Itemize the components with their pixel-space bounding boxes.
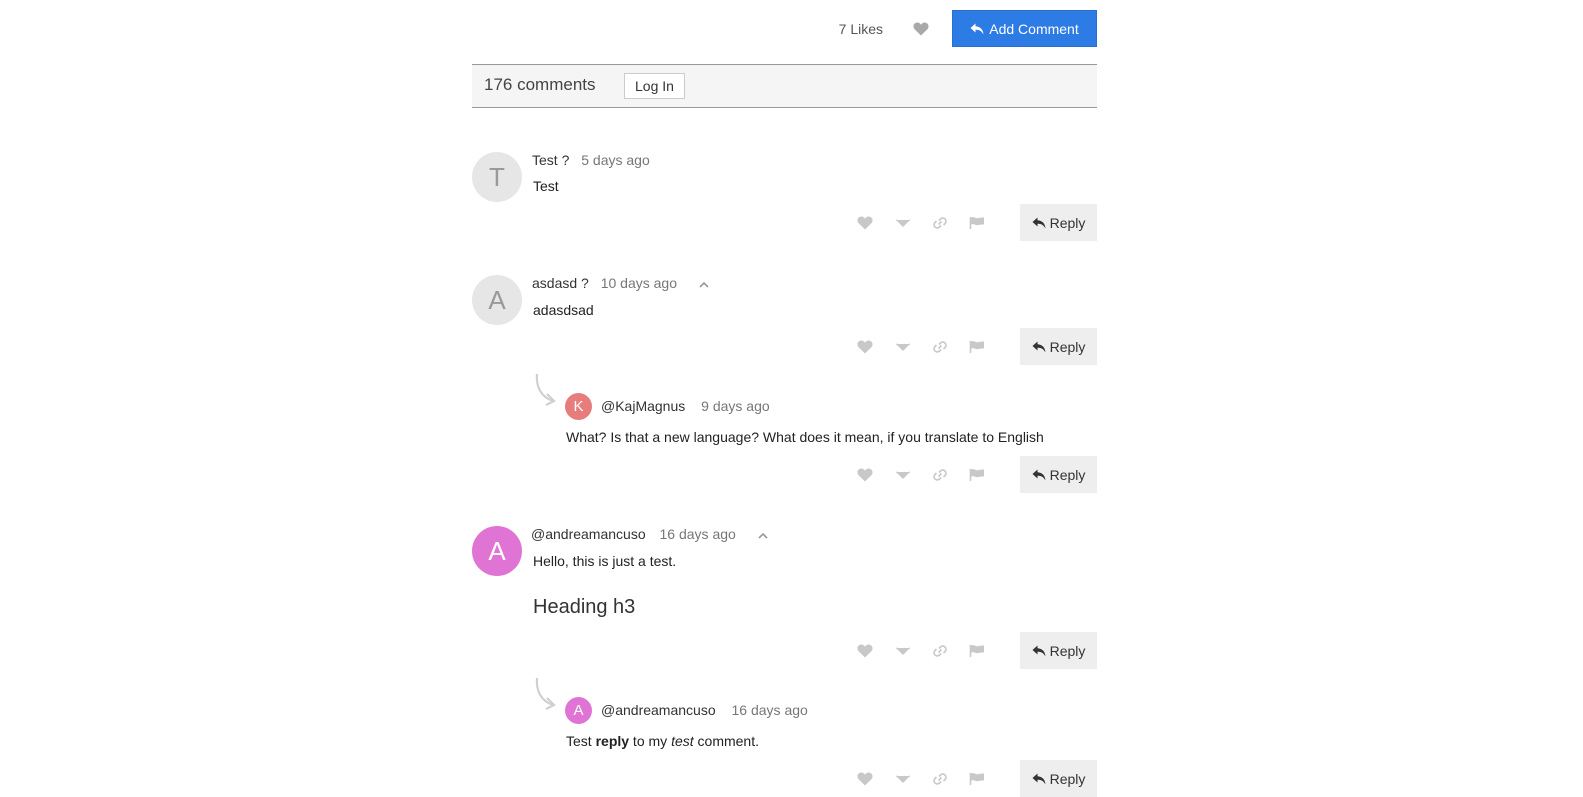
timestamp[interactable]: 16 days ago xyxy=(732,702,808,718)
avatar[interactable]: A xyxy=(472,275,522,325)
author-name[interactable]: @andreamancuso xyxy=(531,526,646,542)
avatar[interactable]: A xyxy=(472,526,522,576)
vote-down-icon[interactable] xyxy=(895,340,911,354)
reply-button[interactable]: Reply xyxy=(1020,328,1097,365)
link-icon[interactable] xyxy=(932,216,948,230)
reply-button[interactable]: Reply xyxy=(1020,632,1097,669)
reply-icon xyxy=(970,23,984,35)
reply-arrow-icon xyxy=(533,677,559,711)
comment-heading: Heading h3 xyxy=(533,596,636,618)
nested-reply: A @andreamancuso 16 days ago Test reply … xyxy=(472,677,1097,797)
flag-icon[interactable] xyxy=(969,340,985,354)
reply-label: Reply xyxy=(1049,770,1086,787)
flag-icon[interactable] xyxy=(969,216,985,230)
reply-icon xyxy=(1032,773,1046,785)
text-segment: Test xyxy=(566,733,596,749)
collapse-chevron-up-icon[interactable] xyxy=(758,532,768,539)
flag-icon[interactable] xyxy=(969,644,985,658)
reply-label: Reply xyxy=(1049,338,1086,355)
comments-section: 7 Likes Add Comment 176 comments Log In … xyxy=(472,0,1097,797)
comment-actions: Reply xyxy=(857,328,1097,365)
author-name[interactable]: @KajMagnus xyxy=(601,398,685,414)
timestamp[interactable]: 9 days ago xyxy=(701,398,770,414)
vote-down-icon[interactable] xyxy=(895,468,911,482)
comments-header: 176 comments Log In xyxy=(472,64,1097,108)
comment-meta: @andreamancuso 16 days ago xyxy=(531,526,768,542)
comment-meta: Test ? 5 days ago xyxy=(532,152,650,168)
timestamp[interactable]: 10 days ago xyxy=(601,275,677,291)
like-heart-icon[interactable] xyxy=(857,468,873,482)
reply-button[interactable]: Reply xyxy=(1020,760,1097,797)
bold-text: reply xyxy=(595,733,630,749)
link-icon[interactable] xyxy=(932,340,948,354)
reply-icon xyxy=(1032,217,1046,229)
comment-body: adasdsad xyxy=(533,302,594,318)
reply-arrow-icon xyxy=(533,373,559,407)
reply-icon xyxy=(1032,341,1046,353)
add-comment-button[interactable]: Add Comment xyxy=(952,10,1097,47)
comment-actions: Reply xyxy=(857,456,1097,493)
comment-actions: Reply xyxy=(857,632,1097,669)
reply-label: Reply xyxy=(1049,642,1086,659)
reply-button[interactable]: Reply xyxy=(1020,204,1097,241)
likes-count[interactable]: 7 Likes xyxy=(839,21,883,37)
like-page-heart-icon[interactable] xyxy=(913,22,929,36)
author-name[interactable]: @andreamancuso xyxy=(601,702,716,718)
comment-body: Test reply to my test comment. xyxy=(566,733,759,749)
timestamp[interactable]: 5 days ago xyxy=(581,152,650,168)
author-name[interactable]: Test ? xyxy=(532,152,569,168)
reply-label: Reply xyxy=(1049,466,1086,483)
avatar[interactable]: T xyxy=(472,152,522,202)
comment: T Test ? 5 days ago Test Reply xyxy=(472,152,1097,242)
reply-icon xyxy=(1032,645,1046,657)
like-heart-icon[interactable] xyxy=(857,644,873,658)
like-heart-icon[interactable] xyxy=(857,772,873,786)
vote-down-icon[interactable] xyxy=(895,216,911,230)
comment-meta: @KajMagnus 9 days ago xyxy=(601,398,770,414)
collapse-chevron-up-icon[interactable] xyxy=(699,281,709,288)
timestamp[interactable]: 16 days ago xyxy=(660,526,736,542)
comment-body: Hello, this is just a test. xyxy=(533,553,677,569)
comment-actions: Reply xyxy=(857,760,1097,797)
like-heart-icon[interactable] xyxy=(857,216,873,230)
link-icon[interactable] xyxy=(932,772,948,786)
avatar[interactable]: K xyxy=(565,393,592,420)
author-name[interactable]: asdasd ? xyxy=(532,275,589,291)
comment: A @andreamancuso 16 days ago Hello, this… xyxy=(472,526,1097,676)
flag-icon[interactable] xyxy=(969,772,985,786)
comment-meta: asdasd ? 10 days ago xyxy=(532,275,709,291)
flag-icon[interactable] xyxy=(969,468,985,482)
reply-button[interactable]: Reply xyxy=(1020,456,1097,493)
comment-meta: @andreamancuso 16 days ago xyxy=(601,702,808,718)
text-segment: comment. xyxy=(693,733,759,749)
link-icon[interactable] xyxy=(932,468,948,482)
vote-down-icon[interactable] xyxy=(895,772,911,786)
comment-count: 176 comments xyxy=(484,75,596,94)
vote-down-icon[interactable] xyxy=(895,644,911,658)
discussion-topbar: 7 Likes Add Comment xyxy=(472,10,1097,48)
nested-reply: K @KajMagnus 9 days ago What? Is that a … xyxy=(472,373,1097,493)
login-button[interactable]: Log In xyxy=(624,73,685,99)
avatar[interactable]: A xyxy=(565,697,592,724)
comment-actions: Reply xyxy=(857,204,1097,241)
add-comment-label: Add Comment xyxy=(989,20,1079,37)
like-heart-icon[interactable] xyxy=(857,340,873,354)
reply-label: Reply xyxy=(1049,214,1086,231)
comment-body: What? Is that a new language? What does … xyxy=(566,429,1044,445)
comment-body: Test xyxy=(533,178,559,194)
text-segment: to my xyxy=(629,733,672,749)
comment: A asdasd ? 10 days ago adasdsad Reply xyxy=(472,275,1097,365)
link-icon[interactable] xyxy=(932,644,948,658)
reply-icon xyxy=(1032,469,1046,481)
italic-text: test xyxy=(671,733,694,749)
